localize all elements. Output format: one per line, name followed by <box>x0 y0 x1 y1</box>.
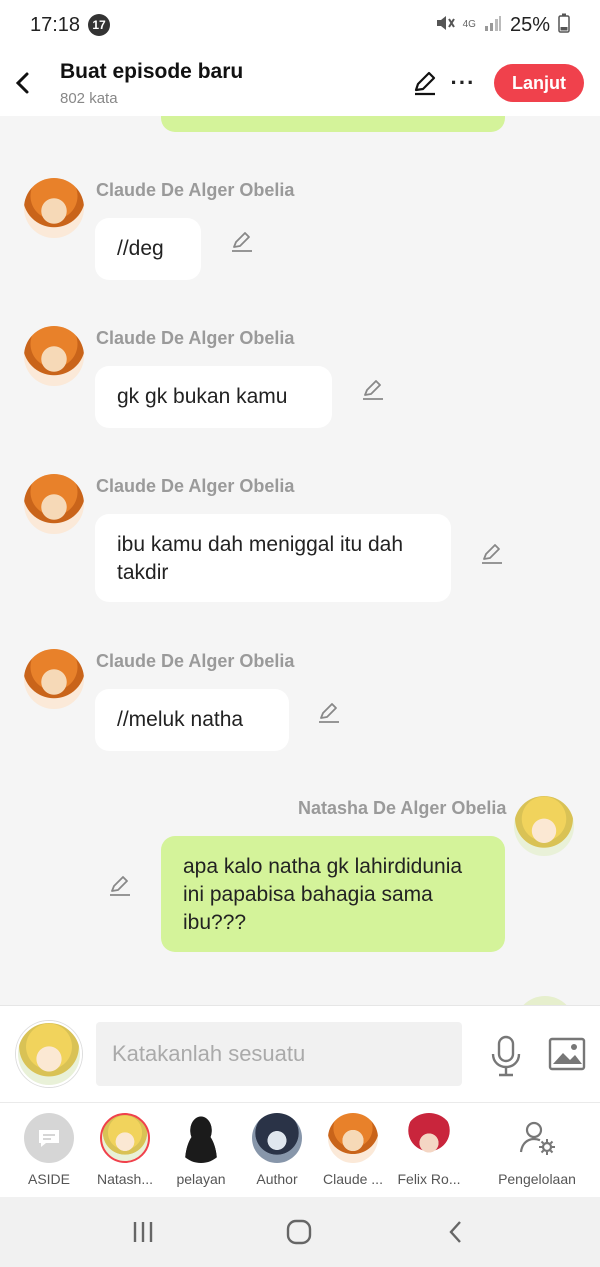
word-count: 802 kata <box>60 89 118 107</box>
avatar[interactable] <box>24 178 84 238</box>
chat-area[interactable]: Claude De Alger Obelia //deg Claude De A… <box>0 116 600 1006</box>
character-author[interactable]: Author <box>239 1113 315 1187</box>
sender-name: Claude De Alger Obelia <box>96 328 295 348</box>
edit-message-icon[interactable] <box>229 228 255 254</box>
header-actions: ··· Lanjut <box>406 64 584 102</box>
status-time: 17:18 <box>30 13 81 36</box>
avatar[interactable] <box>24 649 84 709</box>
sender-name: Natasha De Alger Obelia <box>298 798 507 818</box>
screen: 17:18 17 4G 25% Buat episode baru 802 ka… <box>0 0 600 1267</box>
sender-name: Claude De Alger Obelia <box>96 476 295 496</box>
home-icon <box>286 1219 312 1245</box>
title-block: Buat episode baru 802 kata <box>60 60 243 107</box>
edit-title-button[interactable] <box>406 64 444 102</box>
status-bar: 17:18 17 4G 25% <box>0 0 600 50</box>
message-bubble[interactable]: //meluk natha <box>95 689 289 751</box>
pencil-icon <box>414 71 436 96</box>
battery-percent: 25% <box>509 13 550 36</box>
character-aside[interactable]: ASIDE <box>11 1113 87 1187</box>
avatar <box>404 1113 454 1163</box>
message-input-bar: Katakanlah sesuatu <box>0 1005 600 1102</box>
character-label: Pengelolaan <box>498 1171 576 1187</box>
sender-name: Claude De Alger Obelia <box>96 180 295 200</box>
avatar[interactable] <box>24 326 84 386</box>
avatar[interactable] <box>514 796 574 856</box>
back-arrow-icon <box>15 72 29 94</box>
user-settings-icon <box>512 1113 562 1163</box>
avatar <box>100 1113 150 1163</box>
character-felix[interactable]: Felix Ro... <box>391 1113 467 1187</box>
more-options-button[interactable]: ··· <box>444 64 482 102</box>
previous-message-bubble <box>161 116 505 132</box>
signal-icon <box>484 15 502 36</box>
back-chevron-icon <box>449 1221 461 1243</box>
microphone-icon[interactable] <box>486 1034 526 1078</box>
avatar <box>328 1113 378 1163</box>
character-management-button[interactable]: Pengelolaan <box>492 1113 582 1187</box>
edit-message-icon[interactable] <box>479 540 505 566</box>
character-label: Author <box>256 1171 298 1187</box>
network-type-label: 4G <box>462 19 476 30</box>
edit-message-icon[interactable] <box>360 376 386 402</box>
image-icon[interactable] <box>548 1036 586 1072</box>
character-label: Claude ... <box>323 1171 383 1187</box>
avatar <box>176 1113 226 1163</box>
character-label: pelayan <box>176 1171 226 1187</box>
edit-message-icon[interactable] <box>316 699 342 725</box>
message-bubble[interactable]: apa kalo natha gk lahirdidunia ini papab… <box>161 836 505 952</box>
mute-icon <box>435 14 455 37</box>
character-label: ASIDE <box>27 1171 70 1187</box>
character-natasha[interactable]: Natash... <box>87 1113 163 1187</box>
message-bubble[interactable]: ibu kamu dah meniggal itu dah takdir <box>95 514 451 602</box>
recent-apps-button[interactable] <box>123 1217 163 1247</box>
back-button[interactable] <box>0 60 46 106</box>
app-header: Buat episode baru 802 kata ··· Lanjut <box>0 50 600 116</box>
message-bubble[interactable]: //deg <box>95 218 201 280</box>
sender-name: Claude De Alger Obelia <box>96 651 295 671</box>
avatar[interactable] <box>24 474 84 534</box>
message-bubble[interactable]: gk gk bukan kamu <box>95 366 332 428</box>
character-claude[interactable]: Claude ... <box>315 1113 391 1187</box>
continue-button[interactable]: Lanjut <box>494 64 584 102</box>
battery-icon <box>558 13 570 38</box>
status-icons: 4G 25% <box>435 13 570 38</box>
current-speaker-avatar[interactable] <box>16 1021 82 1087</box>
character-label: Felix Ro... <box>397 1171 461 1187</box>
notification-count-badge: 17 <box>88 14 111 36</box>
avatar <box>252 1113 302 1163</box>
message-input[interactable]: Katakanlah sesuatu <box>96 1022 462 1086</box>
edit-message-icon[interactable] <box>107 872 133 898</box>
character-pelayan[interactable]: pelayan <box>163 1113 239 1187</box>
recent-apps-icon <box>133 1222 153 1242</box>
character-bar: ASIDE Natash... pelayan Author Claude ..… <box>0 1102 600 1197</box>
page-title: Buat episode baru <box>60 59 244 83</box>
system-back-button[interactable] <box>436 1217 476 1247</box>
character-label: Natash... <box>96 1171 154 1187</box>
home-button[interactable] <box>279 1217 319 1247</box>
aside-icon <box>24 1113 74 1163</box>
system-nav-bar <box>0 1197 600 1267</box>
